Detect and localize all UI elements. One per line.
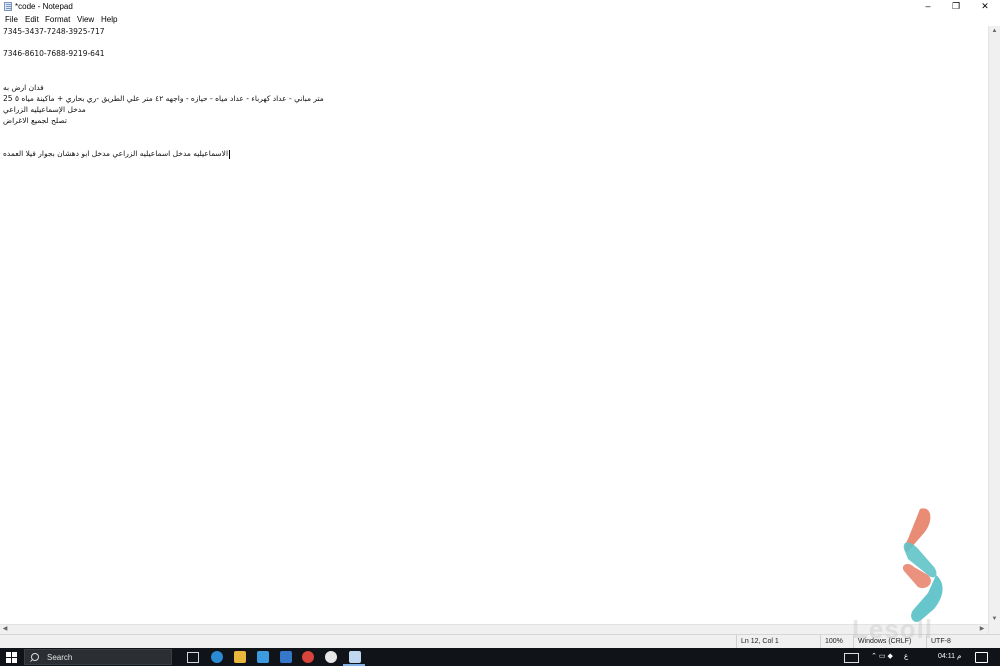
notifications-icon[interactable] — [975, 652, 988, 663]
notepad-taskbar-icon[interactable] — [349, 651, 361, 663]
search-icon — [31, 653, 39, 661]
menu-file[interactable]: File — [5, 14, 18, 26]
status-bar: Ln 12, Col 1 100% Windows (CRLF) UTF-8 — [0, 634, 1000, 648]
menu-view[interactable]: View — [77, 14, 94, 26]
scroll-down-icon[interactable]: ▼ — [989, 614, 1000, 624]
minimize-button[interactable]: – — [913, 0, 943, 14]
vertical-scrollbar[interactable]: ▲ ▼ — [988, 26, 1000, 634]
maximize-button[interactable]: ❐ — [941, 0, 971, 14]
input-language[interactable]: ع — [904, 648, 908, 666]
media-player-icon[interactable] — [325, 651, 337, 663]
window-title: *code - Notepad — [15, 2, 73, 11]
editor-line-8: متر مباني - عداد كهرباء - عداد مياه - حي… — [3, 94, 324, 103]
editor-line-1: 7345-3437-7248-3925-717 — [3, 27, 105, 36]
chrome-icon[interactable] — [302, 651, 314, 663]
zoom-level: 100% — [820, 635, 852, 648]
watermark-text: Lesoll — [852, 614, 934, 644]
editor-line-12: الاسماعيليه مدخل اسماعيليه الزراعي مدخل … — [3, 149, 229, 158]
taskbar-search-box[interactable]: Search — [24, 649, 172, 665]
clock[interactable]: 04:11 م — [938, 648, 961, 666]
menu-edit[interactable]: Edit — [25, 14, 39, 26]
menu-bar: File Edit Format View Help — [0, 14, 1000, 26]
edge-icon[interactable] — [211, 651, 223, 663]
encoding: UTF-8 — [926, 635, 986, 648]
lesoll-logo — [902, 508, 943, 622]
search-placeholder: Search — [47, 653, 73, 662]
horizontal-scrollbar[interactable]: ◀ ▶ — [0, 624, 988, 634]
editor-line-3: 7346-8610-7688-9219-641 — [3, 49, 105, 58]
notepad-icon — [4, 2, 12, 11]
close-button[interactable]: ✕ — [970, 0, 1000, 14]
menu-format[interactable]: Format — [45, 14, 70, 26]
menu-help[interactable]: Help — [101, 14, 117, 26]
title-bar: *code - Notepad – ❐ ✕ — [0, 0, 1000, 14]
tray-icons[interactable]: ⌃ ▭ ◆ — [862, 648, 902, 666]
file-explorer-icon[interactable] — [234, 651, 246, 663]
mail-icon[interactable] — [280, 651, 292, 663]
store-icon[interactable] — [257, 651, 269, 663]
text-editor[interactable]: 7345-3437-7248-3925-717 7346-8610-7688-9… — [0, 26, 988, 634]
taskbar: Search ⌃ ▭ ◆ ع 04:11 م — [0, 648, 1000, 666]
editor-line-7: فدان ارض به — [3, 83, 44, 92]
editor-line-10: تصلح لجميع الاغراض — [3, 116, 67, 125]
windows-start-icon[interactable] — [6, 652, 17, 663]
editor-line-9: مدخل الإسماعيليه الزراعي — [3, 105, 86, 114]
editor-line-12-wrap: الاسماعيليه مدخل اسماعيليه الزراعي مدخل … — [3, 149, 231, 159]
scroll-up-icon[interactable]: ▲ — [989, 26, 1000, 36]
task-view-icon[interactable] — [187, 652, 199, 663]
keyboard-icon[interactable] — [844, 653, 859, 663]
text-caret — [229, 149, 231, 159]
cursor-position: Ln 12, Col 1 — [736, 635, 818, 648]
